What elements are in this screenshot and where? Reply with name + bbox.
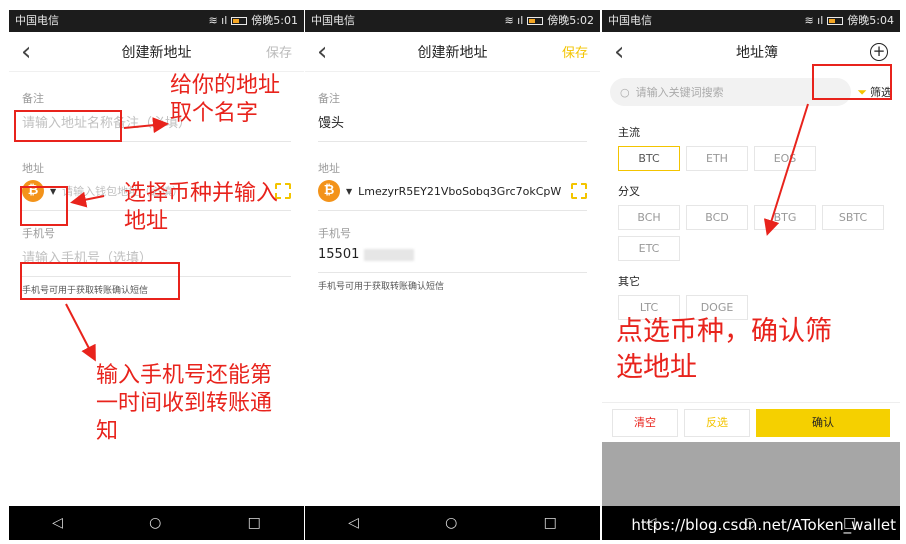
coin-chip-eth[interactable]: ETH — [686, 146, 748, 171]
highlight-filter-button — [812, 64, 892, 100]
top-navbar: ‹ 创建新地址 保存 — [9, 32, 304, 72]
search-placeholder: 请输入关键词搜索 — [635, 86, 724, 99]
annotation-select-coin: 选择币种并输入 地址 — [124, 181, 279, 234]
carrier-label: 中国电信 — [311, 14, 355, 27]
plus-circle-icon[interactable]: + — [870, 43, 888, 61]
nav-recent-icon[interactable]: □ — [248, 515, 261, 531]
coin-chip-eos[interactable]: EOS — [754, 146, 816, 171]
phone-hint: 手机号可用于获取转账确认短信 — [318, 282, 445, 292]
phone-field: 手机号 15501 — [305, 225, 600, 273]
annotation-phone-notice: 输入手机号还能第 一时间收到转账通 知 — [96, 363, 273, 444]
battery-icon — [827, 17, 844, 25]
annotation-name-address: 给你的地址 取个名字 — [170, 73, 281, 126]
phone-label: 手机号 — [318, 227, 351, 240]
page-title: 创建新地址 — [121, 44, 192, 61]
address-label: 地址 — [22, 162, 44, 175]
note-field: 备注 馒头 — [305, 90, 600, 142]
signal-icon: ≋ ıl — [804, 14, 824, 27]
search-icon: ○ — [620, 85, 630, 99]
watermark: https://blog.csdn.net/AToken_wallet — [631, 516, 896, 534]
note-input[interactable]: 馒头 — [318, 106, 587, 142]
top-navbar: ‹ 创建新地址 保存 — [305, 32, 600, 72]
back-icon[interactable]: ‹ — [614, 32, 644, 72]
carrier-label: 中国电信 — [608, 14, 652, 27]
group-title: 其它 — [618, 275, 640, 288]
phone-value: 15501 — [318, 247, 360, 262]
annotation-filter-coins: 点选币种，确认筛 选地址 — [616, 316, 832, 383]
address-field: 地址 ₿ ▼ LmezyrR5EY21VboSobq3Grc7okCpW — [305, 160, 600, 211]
save-button[interactable]: 保存 — [262, 42, 292, 61]
coin-chip-etc[interactable]: ETC — [618, 236, 680, 261]
phone-input[interactable]: 15501 — [318, 241, 587, 273]
coin-chip-btc[interactable]: BTC — [618, 146, 680, 171]
status-bar: 中国电信 ≋ ıl 傍晚5:04 — [602, 10, 900, 32]
page-title: 地址簿 — [736, 45, 778, 61]
clock: 傍晚5:02 — [547, 14, 594, 27]
blurred-digits — [363, 248, 414, 261]
signal-icon: ≋ ıl — [208, 14, 228, 27]
coin-chip-sbtc[interactable]: SBTC — [822, 205, 884, 230]
signal-icon: ≋ ıl — [504, 14, 524, 27]
coin-chip-bch[interactable]: BCH — [618, 205, 680, 230]
coin-chip-btg[interactable]: BTG — [754, 205, 816, 230]
status-bar: 中国电信 ≋ ıl 傍晚5:02 — [305, 10, 600, 32]
coin-groups: 主流 BTC ETH EOS 分叉 BCH BCD BTG SBTC ETC 其它 LTC DOGE — [602, 112, 900, 320]
scan-icon[interactable] — [571, 183, 587, 199]
chevron-down-icon[interactable]: ▼ — [346, 187, 352, 196]
bitcoin-icon[interactable]: ₿ — [318, 180, 340, 202]
nav-home-icon[interactable]: ○ — [445, 515, 457, 531]
chip-group: BTC ETH EOS — [602, 146, 900, 171]
note-label: 备注 — [318, 92, 340, 105]
save-button[interactable]: 保存 — [558, 42, 588, 61]
page-title: 创建新地址 — [417, 44, 488, 61]
confirm-button[interactable]: 确认 — [756, 408, 890, 437]
nav-back-icon[interactable]: ◁ — [52, 515, 63, 531]
coin-chip-bcd[interactable]: BCD — [686, 205, 748, 230]
clock: 傍晚5:01 — [251, 14, 298, 27]
filter-actions: 清空 反选 确认 — [602, 402, 900, 442]
nav-back-icon[interactable]: ◁ — [348, 515, 359, 531]
address-input[interactable]: LmezyrR5EY21VboSobq3Grc7okCpW — [358, 185, 567, 198]
highlight-note-field — [14, 110, 122, 142]
invert-selection-button[interactable]: 反选 — [684, 408, 750, 437]
clear-button[interactable]: 清空 — [612, 408, 678, 437]
battery-icon — [231, 17, 248, 25]
system-nav-bar: ◁ ○ □ — [305, 506, 600, 540]
nav-home-icon[interactable]: ○ — [149, 515, 161, 531]
dim-overlay[interactable] — [602, 442, 900, 506]
address-label: 地址 — [318, 162, 340, 175]
chip-group: BCH BCD BTG SBTC ETC — [602, 205, 900, 261]
nav-recent-icon[interactable]: □ — [544, 515, 557, 531]
status-bar: 中国电信 ≋ ıl 傍晚5:01 — [9, 10, 304, 32]
screen-create-address-filled: 中国电信 ≋ ıl 傍晚5:02 ‹ 创建新地址 保存 备注 馒头 地址 ₿ ▼… — [305, 10, 600, 540]
carrier-label: 中国电信 — [15, 14, 59, 27]
group-title: 主流 — [618, 126, 640, 139]
group-title: 分叉 — [618, 185, 640, 198]
battery-icon — [527, 17, 544, 25]
back-icon[interactable]: ‹ — [317, 32, 347, 72]
highlight-phone-field — [20, 262, 180, 300]
system-nav-bar: ◁ ○ □ — [9, 506, 304, 540]
highlight-coin-selector — [20, 186, 68, 226]
back-icon[interactable]: ‹ — [21, 32, 51, 72]
clock: 傍晚5:04 — [847, 14, 894, 27]
